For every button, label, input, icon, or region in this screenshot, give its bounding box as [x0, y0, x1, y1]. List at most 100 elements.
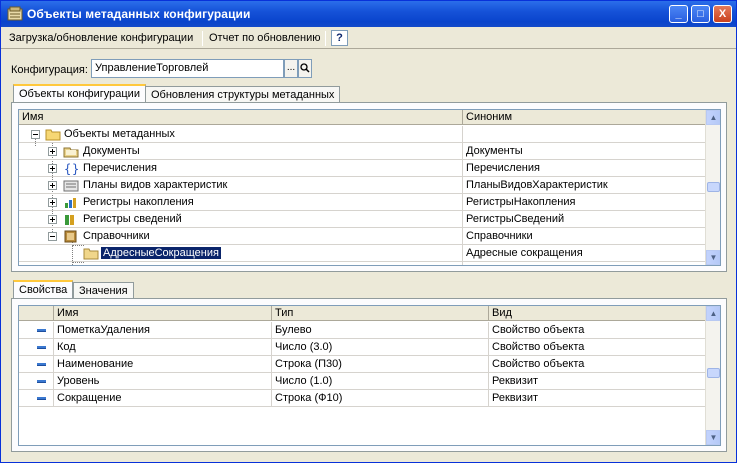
tree-cell-name: Объекты метаданных — [19, 126, 463, 143]
property-icon — [37, 380, 46, 383]
browse-button[interactable]: ... — [284, 59, 298, 78]
scroll-down-arrow-icon[interactable]: ▼ — [706, 250, 720, 265]
tab-properties[interactable]: Свойства — [13, 280, 74, 300]
catalog-item-icon — [83, 264, 99, 266]
cell-kind: Реквизит — [489, 390, 706, 407]
cell-name: Уровень — [54, 373, 272, 390]
row-icon-cell — [19, 356, 54, 373]
enumerations-icon: {} — [64, 162, 79, 175]
app-window: Объекты метаданных конфигурации _ □ X За… — [0, 0, 737, 463]
row-icon-cell — [19, 390, 54, 407]
expand-icon[interactable] — [48, 164, 57, 173]
tree-cell-synonym: Адресные сокращения — [463, 245, 706, 262]
tree-cell-synonym: ПланыВидовХарактеристик — [463, 177, 706, 194]
tree-cell-name: {} Перечисления — [19, 160, 463, 177]
expand-icon[interactable] — [48, 215, 57, 224]
cell-kind: Реквизит — [489, 373, 706, 390]
search-button[interactable] — [298, 59, 312, 78]
accumulation-registers-icon — [65, 198, 76, 208]
tree-row[interactable]: Объекты метаданных — [19, 126, 706, 143]
collapse-icon[interactable] — [48, 232, 57, 241]
tree-row[interactable]: Справочники Справочники — [19, 228, 706, 245]
expand-icon[interactable] — [48, 147, 57, 156]
tree-row[interactable]: {} Перечисления Перечисления — [19, 160, 706, 177]
metadata-tree[interactable]: Имя Синоним Объекты метаданных Документы… — [18, 109, 721, 266]
column-header-synonym[interactable]: Синоним — [463, 110, 706, 125]
row-icon-cell — [19, 322, 54, 339]
collapse-icon[interactable] — [31, 130, 40, 139]
tree-cell-synonym — [463, 126, 706, 143]
menu-separator — [202, 31, 203, 46]
cell-kind: Свойство объекта — [489, 339, 706, 356]
table-row[interactable]: Код Число (3.0) Свойство объекта — [19, 339, 706, 356]
menu-separator — [325, 31, 326, 46]
cell-type: Число (3.0) — [272, 339, 489, 356]
property-icon — [37, 346, 46, 349]
scroll-thumb[interactable] — [707, 368, 720, 378]
folder-icon — [45, 129, 61, 141]
database-app-icon — [7, 6, 23, 21]
cell-type: Строка (П30) — [272, 356, 489, 373]
column-header-name[interactable]: Имя — [19, 110, 463, 125]
scroll-up-arrow-icon[interactable]: ▲ — [706, 306, 720, 321]
scroll-thumb[interactable] — [707, 182, 720, 192]
properties-panel: Имя Тип Вид ПометкаУдаления Булево Свойс… — [11, 298, 727, 452]
tree-cell-synonym: Б — [463, 262, 706, 265]
tree-row[interactable]: Б Б — [19, 262, 706, 266]
tree-cell-synonym: РегистрыСведений — [463, 211, 706, 228]
tab-config-objects[interactable]: Объекты конфигурации — [13, 84, 146, 104]
tree-item-label: Документы — [83, 145, 140, 157]
tree-cell-name: Регистры сведений — [19, 211, 463, 228]
close-button[interactable]: X — [713, 5, 732, 23]
tree-item-label: Объекты метаданных — [64, 128, 175, 140]
tree-cell-name: Планы видов характеристик — [19, 177, 463, 194]
tree-row[interactable]: Регистры сведений РегистрыСведений — [19, 211, 706, 228]
title-bar[interactable]: Объекты метаданных конфигурации _ □ X — [1, 1, 736, 27]
tree-cell-name: АдресныеСокращения — [19, 245, 463, 262]
row-icon-cell — [19, 373, 54, 390]
documents-icon — [63, 147, 79, 158]
minimize-button[interactable]: _ — [669, 5, 688, 23]
configuration-label: Конфигурация: — [11, 64, 88, 76]
maximize-button[interactable]: □ — [691, 5, 710, 23]
table-row[interactable]: ПометкаУдаления Булево Свойство объекта — [19, 322, 706, 339]
tree-item-label: Планы видов характеристик — [83, 179, 228, 191]
menu-load-update[interactable]: Загрузка/обновление конфигурации — [9, 32, 193, 44]
tree-scrollbar[interactable]: ▲ ▼ — [705, 110, 720, 265]
window-title: Объекты метаданных конфигурации — [27, 7, 251, 21]
tree-cell-name: Регистры накопления — [19, 194, 463, 211]
expand-icon[interactable] — [48, 198, 57, 207]
scroll-down-arrow-icon[interactable]: ▼ — [706, 430, 720, 445]
magnifier-icon — [300, 63, 310, 73]
tree-cell-name: Б — [19, 262, 463, 266]
column-header-name[interactable]: Имя — [54, 306, 272, 321]
tree-row[interactable]: Документы Документы — [19, 143, 706, 160]
menu-update-report[interactable]: Отчет по обновлению — [209, 32, 321, 44]
configuration-field[interactable]: УправлениеТорговлей — [91, 59, 284, 78]
tree-cell-name: Справочники — [19, 228, 463, 245]
tree-item-label: Перечисления — [83, 162, 157, 174]
cell-name: Код — [54, 339, 272, 356]
properties-scrollbar[interactable]: ▲ ▼ — [705, 306, 720, 445]
help-button[interactable]: ? — [331, 30, 348, 46]
column-header-kind[interactable]: Вид — [489, 306, 706, 321]
cell-name: Сокращение — [54, 390, 272, 407]
tree-row[interactable]: Регистры накопления РегистрыНакопления — [19, 194, 706, 211]
tree-row-selected[interactable]: АдресныеСокращения Адресные сокращения — [19, 245, 706, 262]
tree-item-label: АдресныеСокращения — [100, 246, 222, 260]
catalogs-icon — [64, 230, 77, 243]
column-header-type[interactable]: Тип — [272, 306, 489, 321]
menu-bar: Загрузка/обновление конфигурации Отчет п… — [1, 28, 736, 49]
cell-kind: Свойство объекта — [489, 322, 706, 339]
cell-type: Число (1.0) — [272, 373, 489, 390]
table-row[interactable]: Сокращение Строка (Ф10) Реквизит — [19, 390, 706, 407]
property-icon — [37, 329, 46, 332]
table-row[interactable]: Наименование Строка (П30) Свойство объек… — [19, 356, 706, 373]
tree-cell-name: Документы — [19, 143, 463, 160]
table-row[interactable]: Уровень Число (1.0) Реквизит — [19, 373, 706, 390]
expand-icon[interactable] — [48, 181, 57, 190]
tree-row[interactable]: Планы видов характеристик ПланыВидовХара… — [19, 177, 706, 194]
tree-cell-synonym: РегистрыНакопления — [463, 194, 706, 211]
scroll-up-arrow-icon[interactable]: ▲ — [706, 110, 720, 125]
properties-table[interactable]: Имя Тип Вид ПометкаУдаления Булево Свойс… — [18, 305, 721, 446]
